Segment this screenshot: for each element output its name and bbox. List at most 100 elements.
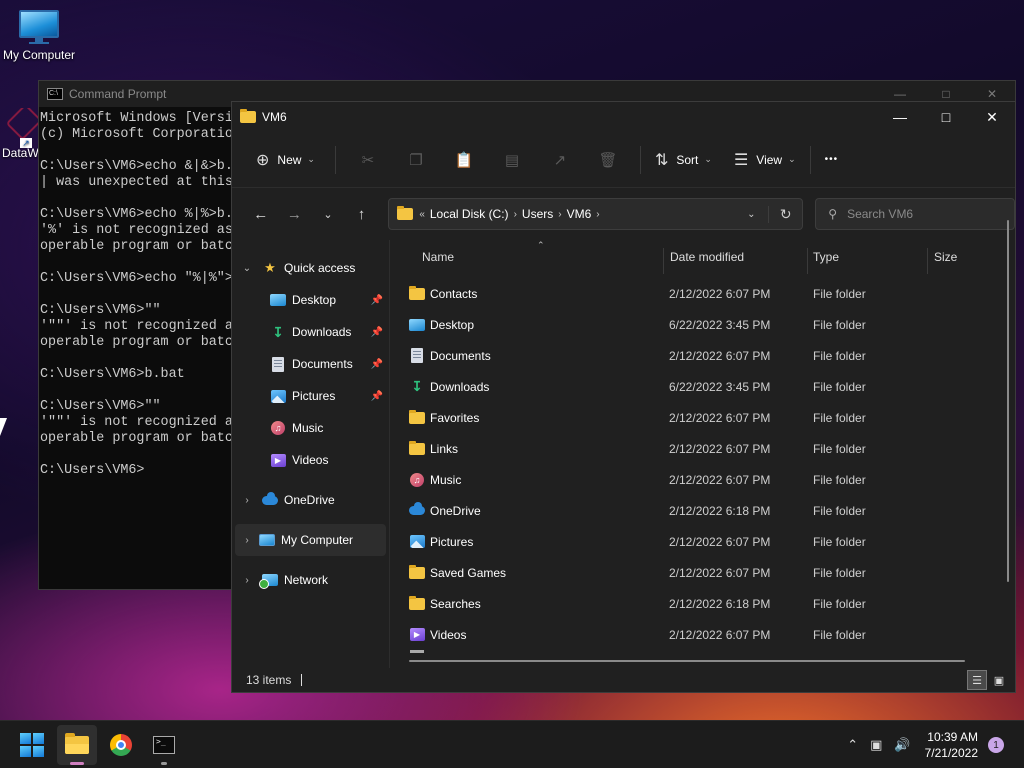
forward-arrow-icon[interactable]: → [278,206,312,223]
chevron-right-icon[interactable]: › [514,209,517,220]
taskbar-chrome[interactable] [101,725,141,765]
network-status-icon[interactable]: ▣ [870,737,882,753]
nav-onedrive[interactable]: › OneDrive [232,484,389,516]
file-date: 2/12/2022 6:07 PM [669,441,771,456]
file-explorer-window[interactable]: VM6 — □ ✕ ⊕ New ⌄ ✂ ❐ 📋 ▤ ↗ 🗑 ⇅ Sort ⌄ ☰… [231,101,1016,693]
copy-icon[interactable]: ❐ [392,151,440,169]
chevron-right-icon[interactable]: › [232,575,262,586]
pin-icon[interactable]: 📌 [371,295,383,306]
column-size[interactable]: Size [934,240,957,274]
nav-item-pictures[interactable]: Pictures 📌 [232,380,389,412]
more-icon: ••• [824,154,839,165]
recent-chevron-icon[interactable]: ⌄ [311,208,345,221]
column-type[interactable]: Type [813,240,839,274]
nav-item-documents[interactable]: Documents 📌 [232,348,389,380]
pin-icon[interactable]: 📌 [371,327,383,338]
breadcrumb-vm6[interactable]: VM6 [567,207,592,221]
file-date: 2/12/2022 6:07 PM [669,348,771,363]
table-row[interactable]: Saved Games 2/12/2022 6:07 PM File folder [390,557,1015,588]
taskbar-terminal[interactable]: >_ [144,725,184,765]
table-row[interactable]: Documents 2/12/2022 6:07 PM File folder [390,340,1015,371]
search-input[interactable]: Search VM6 [847,207,913,221]
chevron-down-icon[interactable]: ⌄ [232,263,262,274]
windows-logo-icon [20,733,44,757]
start-button[interactable] [12,725,52,765]
table-row[interactable]: Desktop 6/22/2022 3:45 PM File folder [390,309,1015,340]
chevron-up-icon[interactable]: ⌃ [847,737,858,753]
taskbar-file-explorer[interactable] [57,725,97,765]
file-date: 2/12/2022 6:18 PM [669,596,771,611]
file-name: Pictures [430,534,474,549]
address-bar[interactable]: « Local Disk (C:) › Users › VM6 › ⌄ ↻ [388,198,804,230]
table-row[interactable]: ↧ Downloads 6/22/2022 3:45 PM File folder [390,371,1015,402]
nav-quick-access[interactable]: ⌄ ★ Quick access [232,252,389,284]
breadcrumb-local-disk[interactable]: Local Disk (C:) [430,207,509,221]
window-title: VM6 [262,110,287,124]
table-row[interactable]: Favorites 2/12/2022 6:07 PM File folder [390,402,1015,433]
nav-item-desktop[interactable]: Desktop 📌 [232,284,389,316]
nav-item-downloads[interactable]: ↧ Downloads 📌 [232,316,389,348]
desktop-icon-my-computer[interactable]: My Computer [0,8,78,62]
minimize-icon[interactable]: — [877,102,923,132]
nav-network[interactable]: › Network [232,564,389,596]
overflow-icon[interactable]: « [419,209,425,220]
table-row[interactable]: Contacts 2/12/2022 6:07 PM File folder [390,278,1015,309]
paste-icon[interactable]: 📋 [440,151,488,169]
chevron-down-icon: ⌄ [788,154,796,164]
pin-icon[interactable]: 📌 [371,391,383,402]
maximize-icon[interactable]: □ [923,102,969,132]
volume-icon[interactable]: 🔊 [894,737,910,753]
new-button[interactable]: ⊕ New ⌄ [250,144,321,176]
column-name[interactable]: Name [422,240,454,274]
onedrive-icon [409,502,425,518]
vertical-scrollbar[interactable] [1007,220,1009,582]
refresh-icon[interactable]: ↻ [768,205,802,223]
navigation-row: ← → ⌄ ↑ « Local Disk (C:) › Users › VM6 … [232,188,1015,240]
star-icon: ★ [264,260,276,275]
chevron-right-icon[interactable]: › [596,209,599,220]
chevron-right-icon[interactable]: › [235,535,259,546]
chevron-right-icon[interactable]: › [232,495,262,506]
view-button[interactable]: ☰ View ⌄ [728,144,802,176]
file-name: Videos [430,627,467,642]
tiles-view-icon[interactable]: ▣ [989,670,1009,690]
back-arrow-icon[interactable]: ← [244,206,278,223]
partial-row-icon [410,650,424,653]
table-row[interactable]: ♫ Music 2/12/2022 6:07 PM File folder [390,464,1015,495]
mouse-pointer-icon [0,418,7,436]
delete-icon[interactable]: 🗑 [584,151,632,169]
share-icon[interactable]: ↗ [536,151,584,169]
file-list: ⌃ Name Date modified Type Size Contacts 2… [390,240,1015,668]
more-options-button[interactable]: ••• [819,144,845,176]
breadcrumb-users[interactable]: Users [522,207,553,221]
sort-button[interactable]: ⇅ Sort ⌄ [649,144,718,176]
chevron-down-icon[interactable]: ⌄ [734,209,768,220]
file-name: Links [430,441,459,456]
details-view-icon[interactable]: ☰ [967,670,987,690]
notification-badge[interactable]: 1 [988,737,1004,753]
rename-icon[interactable]: ▤ [488,151,536,169]
file-type: File folder [813,379,866,394]
chevron-right-icon[interactable]: › [558,209,561,220]
clock[interactable]: 10:39 AM 7/21/2022 [925,729,978,761]
nav-item-videos[interactable]: ▶ Videos [232,444,389,476]
pin-icon[interactable]: 📌 [371,359,383,370]
search-icon: ⚲ [828,207,838,221]
nav-item-music[interactable]: ♫ Music [232,412,389,444]
chevron-down-icon: ⌄ [307,154,315,164]
horizontal-scrollbar[interactable] [409,660,965,662]
table-row[interactable]: Searches 2/12/2022 6:18 PM File folder [390,588,1015,619]
close-icon[interactable]: ✕ [969,102,1015,132]
search-box[interactable]: ⚲ Search VM6 [815,198,1015,230]
up-arrow-icon[interactable]: ↑ [345,206,379,223]
desktop-icon-dataw[interactable]: ↗ DataW [0,108,40,160]
table-row[interactable]: Links 2/12/2022 6:07 PM File folder [390,433,1015,464]
table-row[interactable]: ▶ Videos 2/12/2022 6:07 PM File folder [390,619,1015,650]
file-type: File folder [813,596,866,611]
table-row[interactable]: Pictures 2/12/2022 6:07 PM File folder [390,526,1015,557]
table-row[interactable]: OneDrive 2/12/2022 6:18 PM File folder [390,495,1015,526]
file-type: File folder [813,317,866,332]
nav-my-computer[interactable]: › My Computer [235,524,386,556]
column-date-modified[interactable]: Date modified [670,240,744,274]
cut-icon[interactable]: ✂ [344,151,392,169]
